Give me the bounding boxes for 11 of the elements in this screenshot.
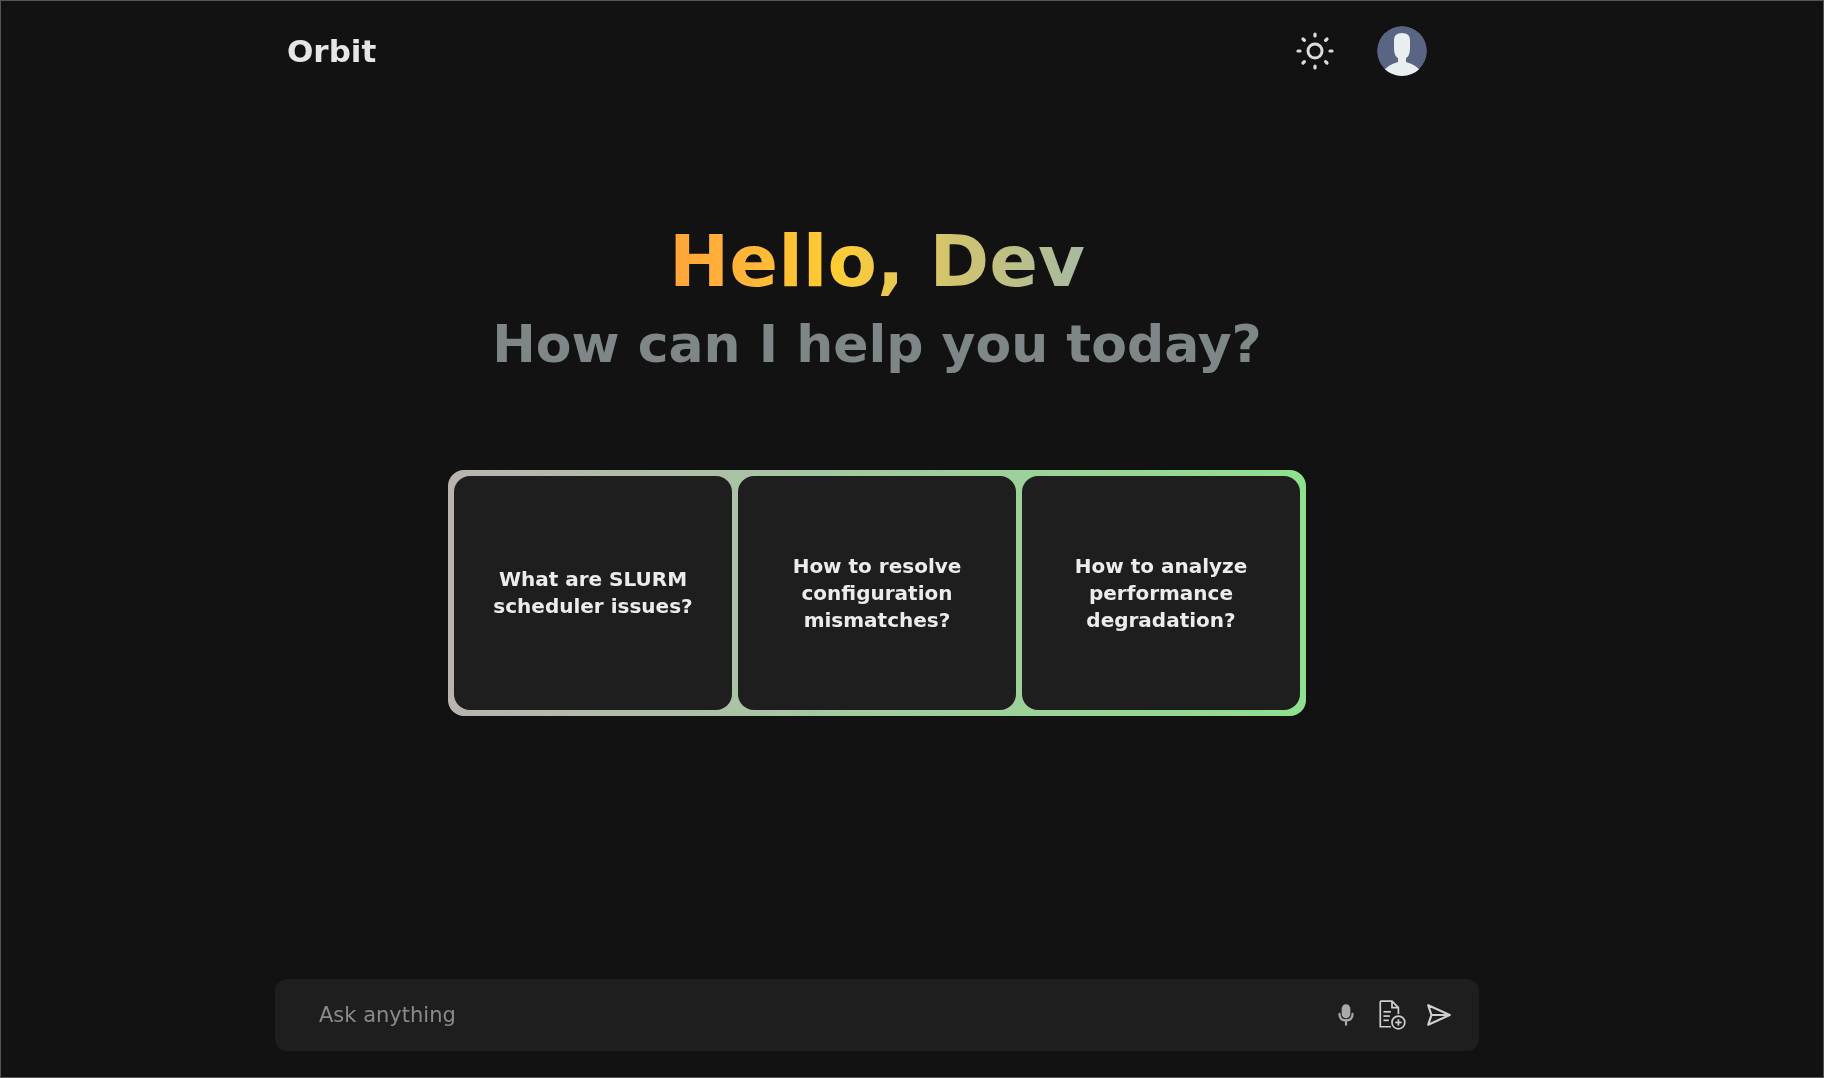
attach-document-icon[interactable]: [1377, 999, 1407, 1031]
suggestion-card[interactable]: How to analyze performance degradation?: [1022, 476, 1300, 710]
send-icon[interactable]: [1425, 1002, 1453, 1028]
greeting-subtitle: How can I help you today?: [492, 313, 1262, 376]
avatar-icon[interactable]: [1377, 26, 1427, 76]
theme-toggle-icon[interactable]: [1295, 31, 1335, 71]
suggestion-card[interactable]: What are SLURM scheduler issues?: [454, 476, 732, 710]
prompt-field[interactable]: Ask anything: [275, 979, 1479, 1051]
logo[interactable]: Orbit: [287, 33, 377, 69]
prompt-input[interactable]: Ask anything: [317, 1002, 1315, 1028]
suggestion-card[interactable]: How to resolve configuration mismatches?: [738, 476, 1016, 710]
